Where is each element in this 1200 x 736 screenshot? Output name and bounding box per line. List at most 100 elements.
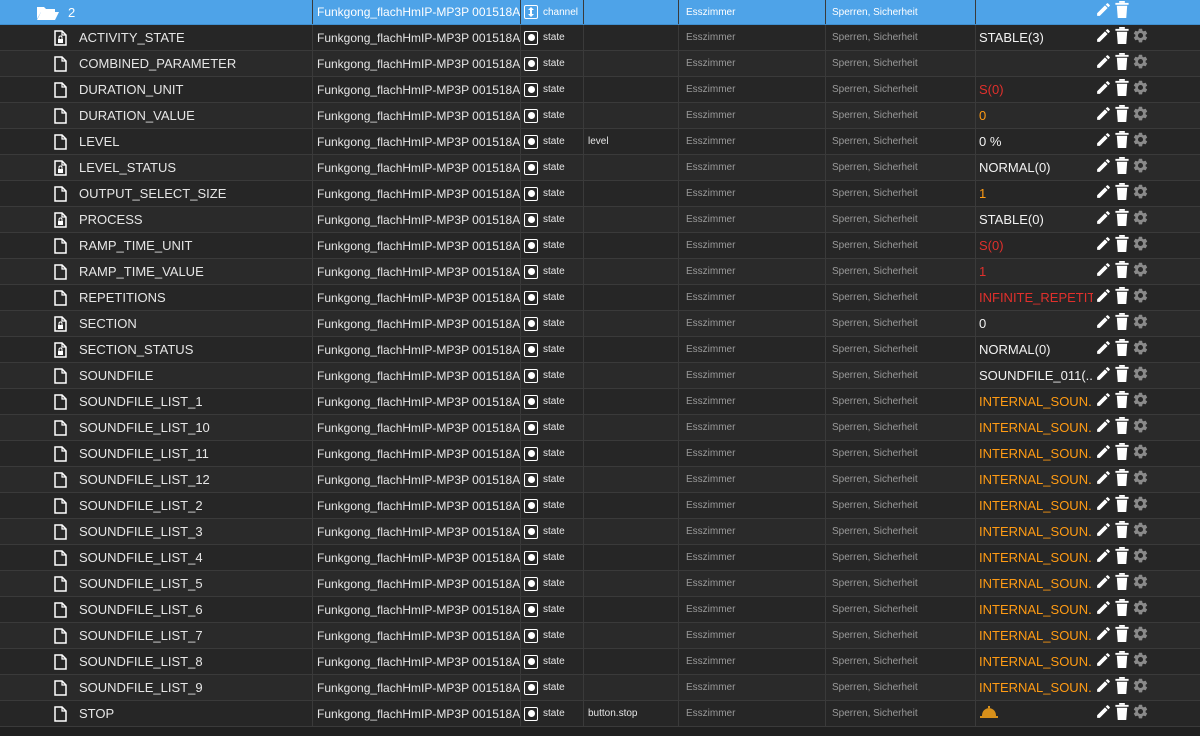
- gear-icon[interactable]: [1132, 469, 1149, 491]
- gear-icon[interactable]: [1132, 313, 1149, 335]
- edit-icon[interactable]: [1095, 1, 1112, 23]
- value-cell[interactable]: INTERNAL_SOUN...: [975, 623, 1093, 648]
- gear-icon[interactable]: [1132, 209, 1149, 231]
- delete-icon[interactable]: [1115, 312, 1129, 335]
- value-cell[interactable]: 0: [975, 103, 1093, 128]
- gear-icon[interactable]: [1132, 287, 1149, 309]
- delete-icon[interactable]: [1115, 494, 1129, 517]
- gear-icon[interactable]: [1132, 703, 1149, 725]
- state-row[interactable]: SOUNDFILE_LIST_12 Funkgong_flachHmIP-MP3…: [0, 467, 1200, 493]
- delete-icon[interactable]: [1115, 1, 1129, 23]
- gear-icon[interactable]: [1132, 599, 1149, 621]
- state-row[interactable]: SOUNDFILE_LIST_10 Funkgong_flachHmIP-MP3…: [0, 415, 1200, 441]
- value-cell[interactable]: NORMAL(0): [975, 155, 1093, 180]
- value-cell[interactable]: NORMAL(0): [975, 337, 1093, 362]
- gear-icon[interactable]: [1132, 53, 1149, 75]
- gear-icon[interactable]: [1132, 521, 1149, 543]
- delete-icon[interactable]: [1115, 702, 1129, 725]
- delete-icon[interactable]: [1115, 364, 1129, 387]
- delete-icon[interactable]: [1115, 546, 1129, 569]
- state-row[interactable]: ACTIVITY_STATE Funkgong_flachHmIP-MP3P 0…: [0, 25, 1200, 51]
- gear-icon[interactable]: [1132, 365, 1149, 387]
- edit-icon[interactable]: [1095, 339, 1112, 361]
- gear-icon[interactable]: [1132, 105, 1149, 127]
- state-row[interactable]: SECTION Funkgong_flachHmIP-MP3P 001518A9…: [0, 311, 1200, 337]
- value-cell[interactable]: INTERNAL_SOUN...: [975, 571, 1093, 596]
- edit-icon[interactable]: [1095, 131, 1112, 153]
- gear-icon[interactable]: [1132, 547, 1149, 569]
- value-cell[interactable]: INTERNAL_SOUN...: [975, 441, 1093, 466]
- edit-icon[interactable]: [1095, 209, 1112, 231]
- edit-icon[interactable]: [1095, 625, 1112, 647]
- value-cell[interactable]: 0 %: [975, 129, 1093, 154]
- gear-icon[interactable]: [1132, 573, 1149, 595]
- name-cell[interactable]: RAMP_TIME_VALUE: [0, 259, 312, 284]
- bell-icon[interactable]: [979, 706, 999, 721]
- delete-icon[interactable]: [1115, 182, 1129, 205]
- state-row[interactable]: LEVEL Funkgong_flachHmIP-MP3P 001518A9..…: [0, 129, 1200, 155]
- value-cell[interactable]: INFINITE_REPETIT...: [975, 285, 1093, 310]
- delete-icon[interactable]: [1115, 442, 1129, 465]
- value-cell[interactable]: S(0): [975, 233, 1093, 258]
- state-row[interactable]: SECTION_STATUS Funkgong_flachHmIP-MP3P 0…: [0, 337, 1200, 363]
- edit-icon[interactable]: [1095, 443, 1112, 465]
- delete-icon[interactable]: [1115, 208, 1129, 231]
- delete-icon[interactable]: [1115, 676, 1129, 699]
- edit-icon[interactable]: [1095, 391, 1112, 413]
- name-cell[interactable]: LEVEL_STATUS: [0, 155, 312, 180]
- delete-icon[interactable]: [1115, 468, 1129, 491]
- value-cell[interactable]: INTERNAL_SOUN...: [975, 389, 1093, 414]
- state-row[interactable]: DURATION_VALUE Funkgong_flachHmIP-MP3P 0…: [0, 103, 1200, 129]
- folder-open-icon[interactable]: [36, 5, 60, 21]
- delete-icon[interactable]: [1115, 156, 1129, 179]
- edit-icon[interactable]: [1095, 79, 1112, 101]
- value-cell[interactable]: [975, 51, 1093, 76]
- gear-icon[interactable]: [1132, 495, 1149, 517]
- value-cell[interactable]: INTERNAL_SOUN...: [975, 493, 1093, 518]
- state-row[interactable]: SOUNDFILE_LIST_8 Funkgong_flachHmIP-MP3P…: [0, 649, 1200, 675]
- gear-icon[interactable]: [1132, 339, 1149, 361]
- state-row[interactable]: RAMP_TIME_VALUE Funkgong_flachHmIP-MP3P …: [0, 259, 1200, 285]
- gear-icon[interactable]: [1132, 79, 1149, 101]
- state-row[interactable]: SOUNDFILE_LIST_4 Funkgong_flachHmIP-MP3P…: [0, 545, 1200, 571]
- edit-icon[interactable]: [1095, 703, 1112, 725]
- value-cell[interactable]: INTERNAL_SOUN...: [975, 597, 1093, 622]
- state-row[interactable]: PROCESS Funkgong_flachHmIP-MP3P 001518A9…: [0, 207, 1200, 233]
- name-cell[interactable]: SECTION: [0, 311, 312, 336]
- value-cell[interactable]: INTERNAL_SOUN...: [975, 415, 1093, 440]
- gear-icon[interactable]: [1132, 235, 1149, 257]
- delete-icon[interactable]: [1115, 104, 1129, 127]
- value-cell[interactable]: S(0): [975, 77, 1093, 102]
- value-cell[interactable]: INTERNAL_SOUN...: [975, 545, 1093, 570]
- state-row[interactable]: SOUNDFILE_LIST_2 Funkgong_flachHmIP-MP3P…: [0, 493, 1200, 519]
- state-row[interactable]: SOUNDFILE Funkgong_flachHmIP-MP3P 001518…: [0, 363, 1200, 389]
- delete-icon[interactable]: [1115, 26, 1129, 49]
- gear-icon[interactable]: [1132, 131, 1149, 153]
- gear-icon[interactable]: [1132, 261, 1149, 283]
- edit-icon[interactable]: [1095, 547, 1112, 569]
- value-cell[interactable]: INTERNAL_SOUN...: [975, 467, 1093, 492]
- name-cell[interactable]: DURATION_VALUE: [0, 103, 312, 128]
- edit-icon[interactable]: [1095, 53, 1112, 75]
- delete-icon[interactable]: [1115, 52, 1129, 75]
- name-cell[interactable]: REPETITIONS: [0, 285, 312, 310]
- value-cell[interactable]: STABLE(3): [975, 25, 1093, 50]
- value-cell[interactable]: 0: [975, 311, 1093, 336]
- delete-icon[interactable]: [1115, 338, 1129, 361]
- name-cell[interactable]: LEVEL: [0, 129, 312, 154]
- state-row[interactable]: SOUNDFILE_LIST_5 Funkgong_flachHmIP-MP3P…: [0, 571, 1200, 597]
- gear-icon[interactable]: [1132, 677, 1149, 699]
- state-row[interactable]: SOUNDFILE_LIST_7 Funkgong_flachHmIP-MP3P…: [0, 623, 1200, 649]
- edit-icon[interactable]: [1095, 495, 1112, 517]
- edit-icon[interactable]: [1095, 105, 1112, 127]
- name-cell[interactable]: 2: [0, 0, 312, 24]
- channel-row[interactable]: 2 Funkgong_flachHmIP-MP3P 001518A9... ch…: [0, 0, 1200, 25]
- state-row[interactable]: REPETITIONS Funkgong_flachHmIP-MP3P 0015…: [0, 285, 1200, 311]
- delete-icon[interactable]: [1115, 286, 1129, 309]
- name-cell[interactable]: SOUNDFILE: [0, 363, 312, 388]
- edit-icon[interactable]: [1095, 313, 1112, 335]
- edit-icon[interactable]: [1095, 651, 1112, 673]
- state-row[interactable]: LEVEL_STATUS Funkgong_flachHmIP-MP3P 001…: [0, 155, 1200, 181]
- edit-icon[interactable]: [1095, 469, 1112, 491]
- gear-icon[interactable]: [1132, 183, 1149, 205]
